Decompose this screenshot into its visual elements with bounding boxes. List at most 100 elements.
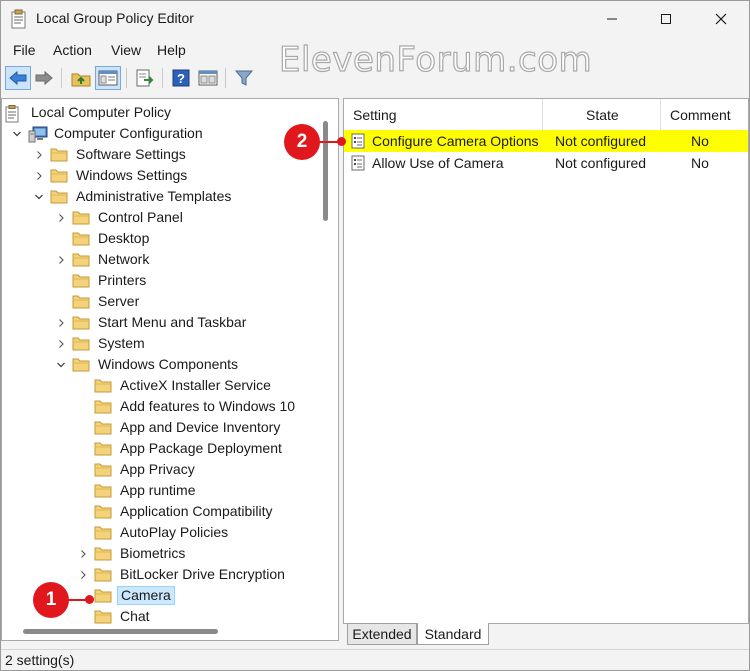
status-bar: 2 setting(s) bbox=[1, 649, 749, 670]
back-icon bbox=[9, 70, 27, 86]
tab-standard[interactable]: Standard bbox=[417, 623, 489, 645]
tree-item-component[interactable]: Application Compatibility bbox=[72, 501, 276, 522]
tree-item-label: System bbox=[98, 335, 145, 351]
chevron-down-icon[interactable] bbox=[28, 186, 50, 207]
tree-item-component[interactable]: ActiveX Installer Service bbox=[72, 375, 274, 396]
tree-item-computer-configuration[interactable]: Computer Configuration bbox=[6, 123, 206, 144]
tree-item-component[interactable]: App and Device Inventory bbox=[72, 417, 283, 438]
tree-pane[interactable]: Local Computer Policy Computer Configura… bbox=[1, 98, 339, 641]
tree-item-label: Chat bbox=[120, 608, 150, 624]
up-folder-button[interactable] bbox=[68, 66, 94, 90]
svg-text:?: ? bbox=[177, 71, 185, 86]
tree-item-administrative-templates[interactable]: Administrative Templates bbox=[28, 186, 234, 207]
folder-icon bbox=[72, 231, 90, 246]
tree-item-system[interactable]: System bbox=[50, 333, 148, 354]
menu-help[interactable]: Help bbox=[157, 42, 186, 58]
chevron-down-icon[interactable] bbox=[6, 123, 28, 144]
settings-list-pane[interactable]: Setting State Comment Configure Camera O… bbox=[343, 98, 749, 624]
gpedit-window: Local Group Policy Editor File Action Vi… bbox=[0, 0, 750, 671]
tree-item-component[interactable]: BitLocker Drive Encryption bbox=[72, 564, 288, 585]
show-hide-tree-button[interactable] bbox=[95, 66, 121, 90]
tree-item-component[interactable]: Add features to Windows 10 bbox=[72, 396, 298, 417]
folder-icon bbox=[94, 483, 112, 498]
folder-icon bbox=[94, 420, 112, 435]
close-button[interactable] bbox=[698, 1, 744, 37]
tree-item-printers[interactable]: Printers bbox=[50, 270, 149, 291]
setting-row-allow-use-of-camera[interactable]: Allow Use of Camera Not configured No bbox=[344, 152, 748, 174]
chevron-right-icon[interactable] bbox=[50, 333, 72, 354]
tree-item-software-settings[interactable]: Software Settings bbox=[28, 144, 189, 165]
tree-item-label: App and Device Inventory bbox=[120, 419, 281, 435]
filter-icon bbox=[234, 70, 254, 86]
tree-item-component[interactable]: App Privacy bbox=[72, 459, 198, 480]
column-header-setting[interactable]: Setting bbox=[353, 99, 397, 130]
filter-button[interactable] bbox=[231, 66, 257, 90]
tree-item-network[interactable]: Network bbox=[50, 249, 152, 270]
maximize-icon bbox=[661, 14, 671, 24]
forward-button[interactable] bbox=[31, 66, 57, 90]
tree-item-desktop[interactable]: Desktop bbox=[50, 228, 152, 249]
chevron-right-icon[interactable] bbox=[28, 165, 50, 186]
tree-item-label: Desktop bbox=[98, 230, 150, 246]
up-folder-icon bbox=[71, 73, 91, 87]
menu-action[interactable]: Action bbox=[53, 42, 92, 58]
chevron-right-icon[interactable] bbox=[72, 564, 94, 585]
tab-extended[interactable]: Extended bbox=[347, 623, 417, 645]
setting-row-configure-camera-options[interactable]: Configure Camera Options Not configured … bbox=[344, 130, 748, 152]
column-header-comment[interactable]: Comment bbox=[670, 99, 731, 130]
tree-item-component[interactable]: Biometrics bbox=[72, 543, 188, 564]
tree-item-local-computer-policy[interactable]: Local Computer Policy bbox=[4, 102, 174, 123]
policy-setting-icon bbox=[351, 133, 365, 149]
folder-icon bbox=[50, 189, 68, 204]
chevron-right-icon[interactable] bbox=[50, 207, 72, 228]
tree-vertical-scrollbar[interactable] bbox=[323, 121, 328, 221]
tree-item-component[interactable]: App runtime bbox=[72, 480, 198, 501]
chevron-right-icon[interactable] bbox=[28, 144, 50, 165]
export-list-button[interactable] bbox=[132, 66, 158, 90]
tree-item-label: Add features to Windows 10 bbox=[120, 398, 296, 414]
folder-icon bbox=[72, 315, 90, 330]
tree-item-label: Control Panel bbox=[98, 209, 183, 225]
tree-item-control-panel[interactable]: Control Panel bbox=[50, 207, 186, 228]
callout-dot-2 bbox=[337, 137, 346, 146]
toolbar-separator bbox=[126, 68, 127, 88]
column-header-state[interactable]: State bbox=[586, 99, 619, 130]
tree-horizontal-scrollbar[interactable] bbox=[23, 629, 218, 634]
tree-item-windows-components[interactable]: Windows Components bbox=[50, 354, 241, 375]
callout-badge-2: 2 bbox=[284, 124, 320, 160]
column-divider[interactable] bbox=[542, 99, 543, 130]
callout-badge-1: 1 bbox=[33, 582, 69, 618]
tree-item-windows-settings[interactable]: Windows Settings bbox=[28, 165, 190, 186]
chevron-right-icon[interactable] bbox=[50, 249, 72, 270]
window-title: Local Group Policy Editor bbox=[36, 10, 194, 26]
tree-item-component[interactable]: App Package Deployment bbox=[72, 438, 285, 459]
back-button[interactable] bbox=[5, 66, 31, 90]
folder-icon bbox=[50, 147, 68, 162]
menu-file[interactable]: File bbox=[13, 42, 36, 58]
tree-item-component[interactable]: Chat bbox=[72, 606, 153, 627]
chevron-right-icon[interactable] bbox=[50, 312, 72, 333]
tree-item-label: Windows Settings bbox=[76, 167, 188, 183]
folder-icon bbox=[94, 504, 112, 519]
minimize-button[interactable] bbox=[589, 1, 635, 37]
folder-icon bbox=[94, 399, 112, 414]
setting-name: Configure Camera Options bbox=[372, 133, 539, 149]
menu-view[interactable]: View bbox=[111, 42, 141, 58]
setting-name: Allow Use of Camera bbox=[372, 155, 504, 171]
tree-item-component[interactable]: AutoPlay Policies bbox=[72, 522, 231, 543]
tree-item-label: App runtime bbox=[120, 482, 196, 498]
properties-button[interactable] bbox=[195, 66, 221, 90]
help-button[interactable]: ? bbox=[168, 66, 194, 90]
tree-item-label: App Privacy bbox=[120, 461, 195, 477]
setting-state: Not configured bbox=[555, 133, 647, 149]
tree-item-start-menu-and-taskbar[interactable]: Start Menu and Taskbar bbox=[50, 312, 249, 333]
tree-item-label: App Package Deployment bbox=[120, 440, 282, 456]
tree-item-server[interactable]: Server bbox=[50, 291, 142, 312]
folder-icon bbox=[94, 546, 112, 561]
close-icon bbox=[715, 13, 727, 25]
maximize-button[interactable] bbox=[643, 1, 689, 37]
chevron-right-icon[interactable] bbox=[72, 543, 94, 564]
column-divider[interactable] bbox=[660, 99, 661, 130]
chevron-down-icon[interactable] bbox=[50, 354, 72, 375]
tree-item-label: Software Settings bbox=[76, 146, 186, 162]
